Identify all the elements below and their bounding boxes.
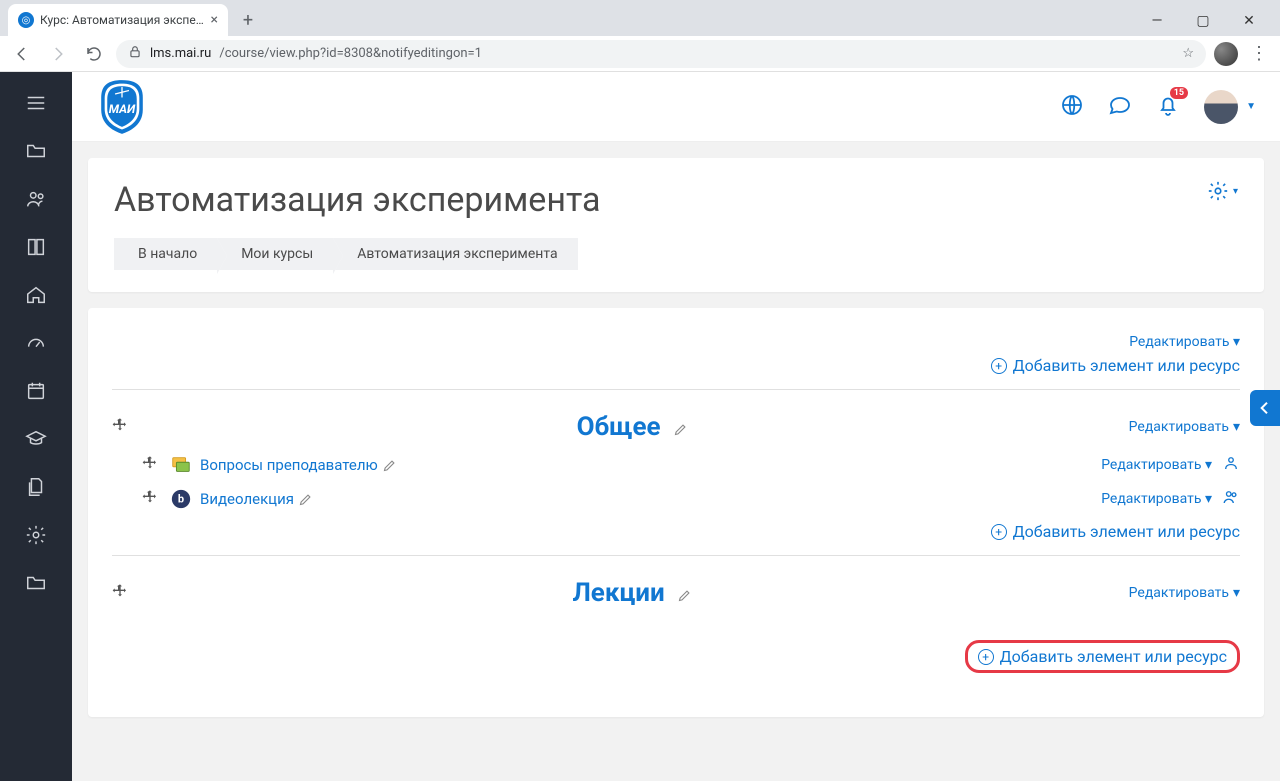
notifications-icon[interactable]: 15 [1156,93,1180,121]
breadcrumb-mycourses[interactable]: Мои курсы [217,238,333,270]
back-button[interactable] [8,40,36,68]
move-handle-icon[interactable] [112,583,128,603]
breadcrumb-home[interactable]: В начало [114,238,217,270]
app-topbar: МАИ 15 ▼ [72,72,1280,142]
user-menu[interactable]: ▼ [1204,90,1256,124]
activity-row: b Видеолекция Редактировать ▾ [112,482,1240,516]
edit-section-link[interactable]: Редактировать ▾ [1129,419,1240,435]
course-title: Автоматизация эксперимента [114,180,601,220]
maximize-button[interactable]: ▢ [1180,6,1226,36]
add-resource-link: Добавить элемент или ресурс [1000,647,1227,666]
graduation-icon[interactable] [16,426,56,452]
move-handle-icon[interactable] [112,417,128,437]
activity-name[interactable]: Видеолекция [200,490,294,508]
forum-icon [170,454,192,476]
browser-titlebar: ◎ Курс: Автоматизация экспериме × + — ▢ … [0,0,1280,36]
book-icon[interactable] [16,234,56,260]
section-title[interactable]: Лекции [572,578,664,608]
drawer-toggle[interactable] [1250,390,1280,426]
reload-button[interactable] [80,40,108,68]
caret-down-icon: ▾ [1233,186,1238,197]
bookmark-star-icon[interactable]: ☆ [1182,46,1194,61]
edit-activity-link[interactable]: Редактировать ▾ [1101,491,1212,507]
settings-icon[interactable] [16,522,56,548]
svg-text:МАИ: МАИ [109,102,136,116]
tab-close-icon[interactable]: × [211,12,218,28]
plus-circle-icon: + [991,358,1007,374]
activity-name[interactable]: Вопросы преподавателю [200,456,378,474]
caret-down-icon: ▼ [1246,101,1256,112]
edit-section-link[interactable]: Редактировать ▾ [1129,585,1240,601]
course-body: Редактировать ▾ + Добавить элемент или р… [88,308,1264,717]
folder2-icon[interactable] [16,570,56,596]
close-window-button[interactable]: ✕ [1226,6,1272,36]
move-handle-icon[interactable] [142,489,158,509]
course-header-panel: Автоматизация эксперимента ▾ В начало Мо… [88,158,1264,292]
edit-section-link[interactable]: Редактировать ▾ [1129,334,1240,350]
browser-address-bar: lms.mai.ru/course/view.php?id=8308&notif… [0,36,1280,72]
language-icon[interactable] [1060,93,1084,121]
plus-circle-icon: + [978,649,994,665]
lock-icon [128,45,142,63]
mai-logo: МАИ [96,78,148,136]
bbb-icon: b [170,488,192,510]
new-tab-button[interactable]: + [234,6,262,34]
url-path: /course/view.php?id=8308&notifyeditingon… [219,46,482,61]
calendar-icon[interactable] [16,378,56,404]
user-avatar [1204,90,1238,124]
notification-badge: 15 [1170,87,1188,99]
people-icon[interactable] [16,186,56,212]
browser-tab[interactable]: ◎ Курс: Автоматизация экспериме × [8,4,228,36]
groups-icon[interactable] [1222,454,1240,476]
browser-profile-avatar[interactable] [1214,42,1238,66]
edit-title-icon[interactable] [677,586,692,605]
folder-icon[interactable] [16,138,56,164]
breadcrumb-current[interactable]: Автоматизация эксперимента [333,238,577,270]
section-lectures: Лекции Редактировать ▾ + Добавить элемен… [112,556,1240,687]
section-general: Общее Редактировать ▾ Вопросы преподават… [112,390,1240,556]
tab-title: Курс: Автоматизация экспериме [40,13,205,27]
edit-title-icon[interactable] [673,420,688,439]
tab-favicon-icon: ◎ [18,12,34,28]
activity-row: Вопросы преподавателю Редактировать ▾ [112,448,1240,482]
edit-activity-link[interactable]: Редактировать ▾ [1101,457,1212,473]
add-resource-link[interactable]: Добавить элемент или ресурс [1013,522,1240,541]
minimize-button[interactable]: — [1134,6,1180,36]
window-controls: — ▢ ✕ [1134,6,1272,36]
home-icon[interactable] [16,282,56,308]
move-handle-icon[interactable] [142,455,158,475]
svg-text:b: b [178,493,184,506]
browser-menu-button[interactable]: ⋮ [1246,43,1272,64]
app-sidebar [0,72,72,781]
edit-activity-icon[interactable] [382,456,397,475]
url-field[interactable]: lms.mai.ru/course/view.php?id=8308&notif… [116,40,1206,68]
files-icon[interactable] [16,474,56,500]
gauge-icon[interactable] [16,330,56,356]
add-resource-link[interactable]: Добавить элемент или ресурс [1013,356,1240,375]
plus-circle-icon: + [991,524,1007,540]
hamburger-icon[interactable] [16,90,56,116]
add-resource-highlighted[interactable]: + Добавить элемент или ресурс [965,640,1240,673]
url-host: lms.mai.ru [150,46,211,61]
breadcrumb: В начало Мои курсы Автоматизация экспери… [114,238,1238,270]
edit-activity-icon[interactable] [298,490,313,509]
section-title[interactable]: Общее [577,412,661,442]
forward-button[interactable] [44,40,72,68]
messages-icon[interactable] [1108,93,1132,121]
groups-icon[interactable] [1222,488,1240,510]
course-settings-menu[interactable]: ▾ [1207,180,1238,202]
